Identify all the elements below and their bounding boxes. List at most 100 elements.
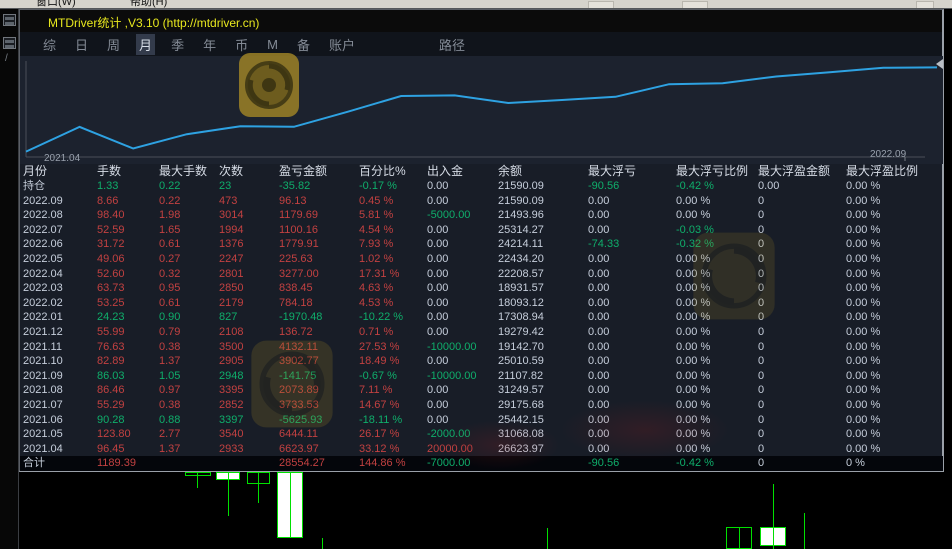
table-cell: 27.53 % — [359, 340, 400, 353]
table-row[interactable]: 2021.11 76.63 0.38 3500 4132.11 27.53 % -10000… — [20, 340, 943, 355]
table-cell: 0.00 — [427, 355, 449, 368]
table-cell: -74.33 — [588, 238, 620, 251]
table-total-row[interactable]: 合计 1189.39 28554.27 144.86 % -7000.00 -90.56 -… — [20, 456, 943, 472]
table-cell: 0.45 % — [359, 194, 394, 207]
os-menu-bar: 窗口(W) 帮助(H) — [0, 0, 952, 9]
toolbar-tab-3[interactable]: 月 — [136, 33, 156, 55]
table-row[interactable]: 2022.09 8.66 0.22 473 96.13 0.45 % 0.00 21590.0… — [20, 194, 943, 209]
table-cell: 0 % — [846, 457, 865, 470]
table-row[interactable]: 2022.05 49.06 0.27 2247 225.63 1.02 % 0.00 2243… — [20, 252, 943, 267]
column-header: 最大浮亏比例 — [676, 164, 749, 178]
table-cell: 0.00 % — [846, 252, 881, 265]
table-row[interactable]: 2022.02 53.25 0.61 2179 784.18 4.53 % 0.00 1809… — [20, 296, 943, 311]
table-cell: -0.17 % — [359, 180, 397, 192]
table-row[interactable]: 2022.07 52.59 1.65 1994 1100.16 4.54 % 0.00 253… — [20, 223, 943, 238]
table-cell: 0.22 — [159, 194, 181, 207]
table-cell: 1779.91 — [279, 238, 319, 251]
toolbar-tab-0[interactable]: 综 — [40, 34, 59, 55]
x-axis-label-start: 2021.04 — [44, 153, 81, 164]
table-cell: 0.00 % — [676, 252, 711, 265]
table-cell: 3902.77 — [279, 355, 319, 368]
table-cell: 29175.68 — [498, 398, 544, 411]
table-row[interactable]: 2022.03 63.73 0.95 2850 838.45 4.63 % 0.00 1893… — [20, 281, 943, 296]
menubar-button[interactable] — [682, 1, 708, 8]
toolbar-tab-2[interactable]: 周 — [104, 34, 123, 55]
table-cell: 0 — [758, 194, 765, 207]
toolbar-tab-6[interactable]: 币 — [232, 34, 251, 55]
toolbar-tab-9[interactable]: 账户 — [326, 34, 358, 55]
toolbar-tab-8[interactable]: 备 — [294, 34, 313, 55]
table-cell: 24214.11 — [498, 238, 544, 251]
table-cell: 0 — [758, 282, 765, 295]
table-cell: 3500 — [219, 340, 244, 353]
table-cell: 0 — [758, 325, 765, 338]
table-cell: 0.00 % — [846, 238, 881, 251]
table-cell: 0 — [758, 442, 765, 455]
table-cell: 144.86 % — [359, 457, 406, 470]
table-cell: 0.00 — [427, 296, 449, 309]
splitter-collapse-arrow-icon[interactable] — [936, 59, 943, 69]
toolbar-tab-4[interactable]: 季 — [168, 34, 187, 55]
table-cell: 0 — [758, 296, 765, 309]
table-cell: 52.59 — [97, 223, 125, 236]
table-cell: 86.03 — [97, 369, 125, 382]
table-cell: 3540 — [219, 428, 244, 441]
path-label[interactable]: 路径 — [439, 35, 465, 54]
table-row[interactable]: 2021.05 123.80 2.77 3540 6444.11 26.17 % -2000… — [20, 427, 943, 442]
table-cell: 2022.01 — [23, 311, 63, 324]
table-cell: -2000.00 — [427, 428, 471, 441]
strip-window-icon[interactable] — [3, 14, 16, 26]
table-row[interactable]: 2022.06 31.72 0.61 1376 1779.91 7.93 % 0.00 242… — [20, 237, 943, 252]
table-row[interactable]: 2021.07 55.29 0.38 2852 3733.53 14.67 % 0.00 29… — [20, 398, 943, 413]
table-cell: 1.37 — [159, 355, 181, 368]
table-cell: 0.27 — [159, 252, 181, 265]
toolbar-tab-5[interactable]: 年 — [200, 34, 219, 55]
table-cell: 0.00 — [588, 209, 610, 222]
table-cell: 0.61 — [159, 296, 181, 309]
table-cell: 76.63 — [97, 340, 125, 353]
table-cell: 0.00 % — [846, 223, 881, 236]
table-cell: 0 — [758, 267, 765, 280]
toolbar-tab-7[interactable]: M — [264, 36, 281, 53]
table-row[interactable]: 2022.01 24.23 0.90 827 -1970.48 -10.22 % 0.00 1… — [20, 310, 943, 325]
table-cell: 1994 — [219, 223, 244, 236]
table-row[interactable]: 2021.08 86.46 0.97 3395 2073.89 7.11 % 0.00 312… — [20, 383, 943, 398]
table-cell: 19142.70 — [498, 340, 544, 353]
table-cell: 2850 — [219, 282, 244, 295]
menu-item-window[interactable]: 窗口(W) — [36, 0, 76, 8]
strip-chart-icon[interactable] — [3, 37, 16, 49]
table-row[interactable]: 2021.09 86.03 1.05 2948 -141.75 -0.67 % -10000… — [20, 369, 943, 384]
menubar-button[interactable] — [588, 1, 614, 8]
column-header: 盈亏金额 — [279, 164, 328, 178]
strip-pen-icon[interactable]: / — [5, 53, 8, 64]
table-cell: 0.00 % — [676, 311, 711, 324]
table-cell: 23 — [219, 180, 232, 192]
table-cell: 86.46 — [97, 384, 125, 397]
table-cell: -10000.00 — [427, 369, 477, 382]
table-header-row[interactable]: 月份 手数 最大手数 次数 盈亏金额 百分比% 出入金 余额 最大浮亏 最大浮亏比例 最大浮盈金额 最… — [20, 164, 943, 179]
table-cell: -0.03 % — [676, 223, 714, 236]
table-cell: 0.00 % — [846, 369, 881, 382]
table-row[interactable]: 2021.04 96.45 1.37 2933 6623.97 33.12 % 20000.… — [20, 442, 943, 457]
table-cell: -141.75 — [279, 369, 317, 382]
toolbar-tab-1[interactable]: 日 — [72, 34, 91, 55]
table-cell: 1376 — [219, 238, 244, 251]
table-cell: 0.00 — [588, 369, 610, 382]
table-cell: 0.00 % — [846, 442, 881, 455]
table-cell: 827 — [219, 311, 238, 324]
table-cell: 2022.09 — [23, 194, 63, 207]
monthly-stats-table: 月份 手数 最大手数 次数 盈亏金额 百分比% 出入金 余额 最大浮亏 最大浮亏比例 最大浮盈金额 最… — [20, 164, 943, 472]
menubar-button[interactable] — [916, 1, 934, 8]
table-cell: 0.00 — [427, 413, 449, 426]
table-row[interactable]: 2021.12 55.99 0.79 2108 136.72 0.71 % 0.00 1927… — [20, 325, 943, 340]
table-row[interactable]: 2022.08 98.40 1.98 3014 1179.69 5.81 % -5000.0… — [20, 208, 943, 223]
table-cell: 2933 — [219, 442, 244, 455]
table-cell: 0.38 — [159, 398, 181, 411]
menu-item-help[interactable]: 帮助(H) — [130, 0, 167, 8]
table-row[interactable]: 持仓 1.33 0.22 23 -35.82 -0.17 % 0.00 21590.09 -90… — [20, 179, 943, 194]
table-row[interactable]: 2021.06 90.28 0.88 3397 -5625.93 -18.11 % 0.00… — [20, 413, 943, 428]
table-row[interactable]: 2022.04 52.60 0.32 2801 3277.00 17.31 % 0.00 22… — [20, 267, 943, 282]
column-header: 出入金 — [427, 164, 464, 178]
window-titlebar[interactable]: MTDriver统计 ,V3.10 (http://mtdriver.cn) — [20, 10, 942, 32]
table-row[interactable]: 2021.10 82.89 1.37 2905 3902.77 18.49 % 0.00 25… — [20, 354, 943, 369]
